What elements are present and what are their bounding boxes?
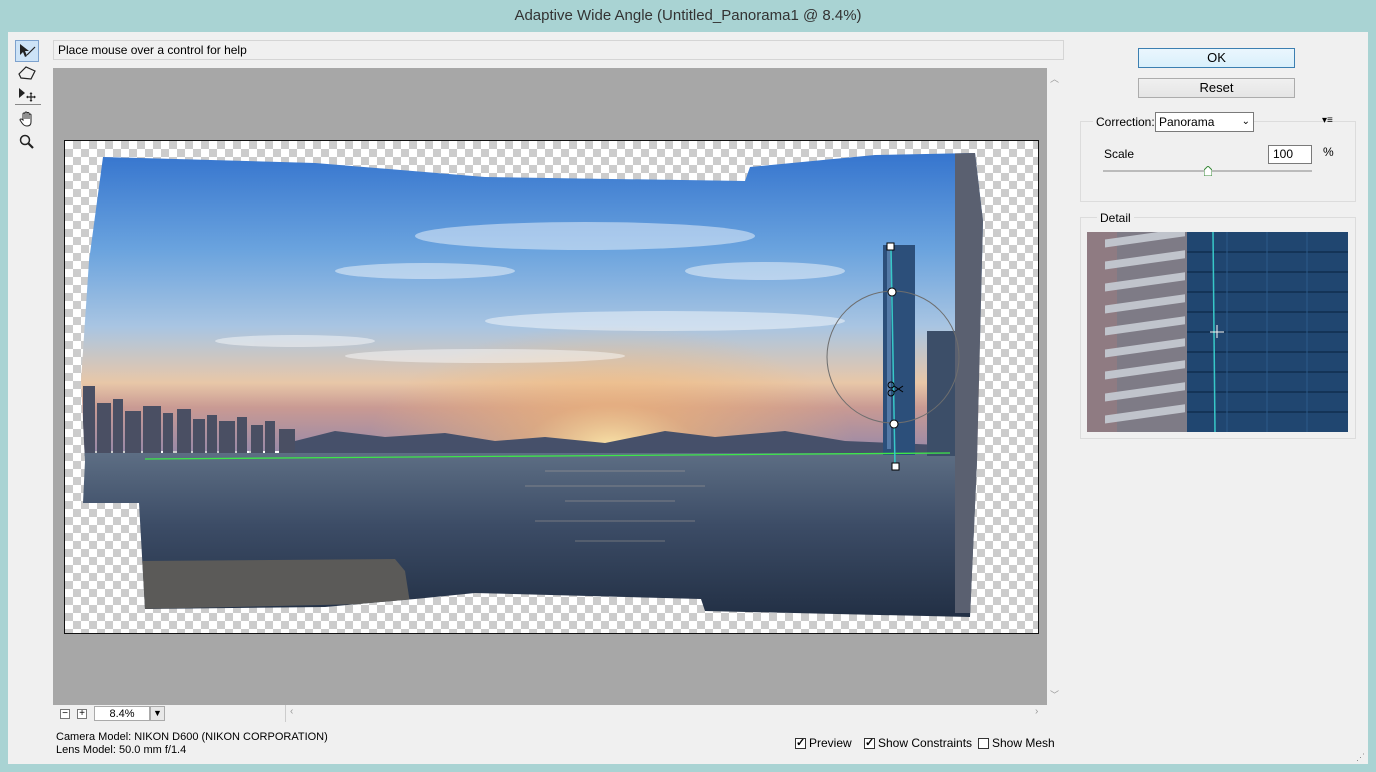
detail-preview (1087, 232, 1348, 432)
scroll-left-icon[interactable]: ‹ (290, 706, 293, 717)
zoom-level-field[interactable]: 8.4% (94, 706, 150, 721)
detail-label: Detail (1097, 211, 1134, 225)
show-mesh-label: Show Mesh (992, 736, 1055, 750)
zoom-tool-icon[interactable] (15, 131, 39, 153)
show-mesh-check-icon[interactable] (978, 737, 989, 749)
correction-group (1080, 121, 1356, 202)
correction-select[interactable]: Panorama ⌄ (1155, 112, 1254, 132)
scroll-down-icon[interactable]: ﹀ (1050, 688, 1059, 701)
constraint-midpoint-handle[interactable] (887, 287, 897, 297)
zoom-in-button[interactable]: + (77, 709, 87, 719)
zoom-out-button[interactable]: − (60, 709, 70, 719)
vertical-scrollbar[interactable]: ︿ ﹀ (1047, 68, 1063, 705)
zoom-dropdown-icon[interactable]: ▼ (150, 706, 165, 721)
scale-label: Scale (1104, 147, 1135, 161)
show-constraints-check-icon[interactable] (864, 736, 875, 749)
constraint-endpoint-handle[interactable] (891, 462, 900, 471)
move-tool-icon[interactable] (15, 84, 39, 106)
scale-slider-thumb[interactable] (1203, 165, 1212, 177)
preview-checkbox[interactable]: Preview (795, 736, 852, 750)
scale-unit: % (1323, 145, 1334, 159)
polygon-constraint-tool-icon[interactable] (15, 62, 39, 84)
lens-model-text: Lens Model: 50.0 mm f/1.4 (56, 744, 187, 756)
preview-label: Preview (809, 736, 852, 750)
constraint-midpoint-handle[interactable] (889, 419, 899, 429)
scale-input[interactable]: 100 (1268, 145, 1312, 164)
scroll-right-icon[interactable]: › (1035, 706, 1038, 717)
panel-menu-icon[interactable]: ▾≡ (1322, 115, 1333, 126)
chevron-down-icon: ⌄ (1241, 116, 1250, 127)
reset-button[interactable]: Reset (1138, 78, 1295, 98)
tool-separator (15, 104, 41, 105)
panorama-image[interactable] (64, 140, 1039, 634)
correction-value: Panorama (1159, 115, 1215, 129)
constraint-endpoint-handle[interactable] (886, 242, 895, 251)
correction-label: Correction: (1093, 115, 1158, 129)
hand-tool-icon[interactable] (15, 108, 39, 130)
help-bar: Place mouse over a control for help (53, 40, 1064, 60)
camera-model-text: Camera Model: NIKON D600 (NIKON CORPORAT… (56, 731, 328, 743)
zoom-bar: ‹ › (53, 705, 1063, 722)
window-title: Adaptive Wide Angle (Untitled_Panorama1 … (514, 7, 862, 24)
show-mesh-checkbox[interactable]: Show Mesh (978, 736, 1055, 750)
constraint-tool-icon[interactable] (15, 40, 39, 62)
show-constraints-checkbox[interactable]: Show Constraints (864, 736, 972, 750)
ok-button[interactable]: OK (1138, 48, 1295, 68)
scroll-up-icon[interactable]: ︿ (1050, 72, 1059, 85)
tool-palette (8, 38, 44, 168)
show-constraints-label: Show Constraints (878, 736, 973, 750)
preview-check-icon[interactable] (795, 736, 806, 749)
resize-grip-icon[interactable]: ⋰ (1356, 752, 1365, 763)
